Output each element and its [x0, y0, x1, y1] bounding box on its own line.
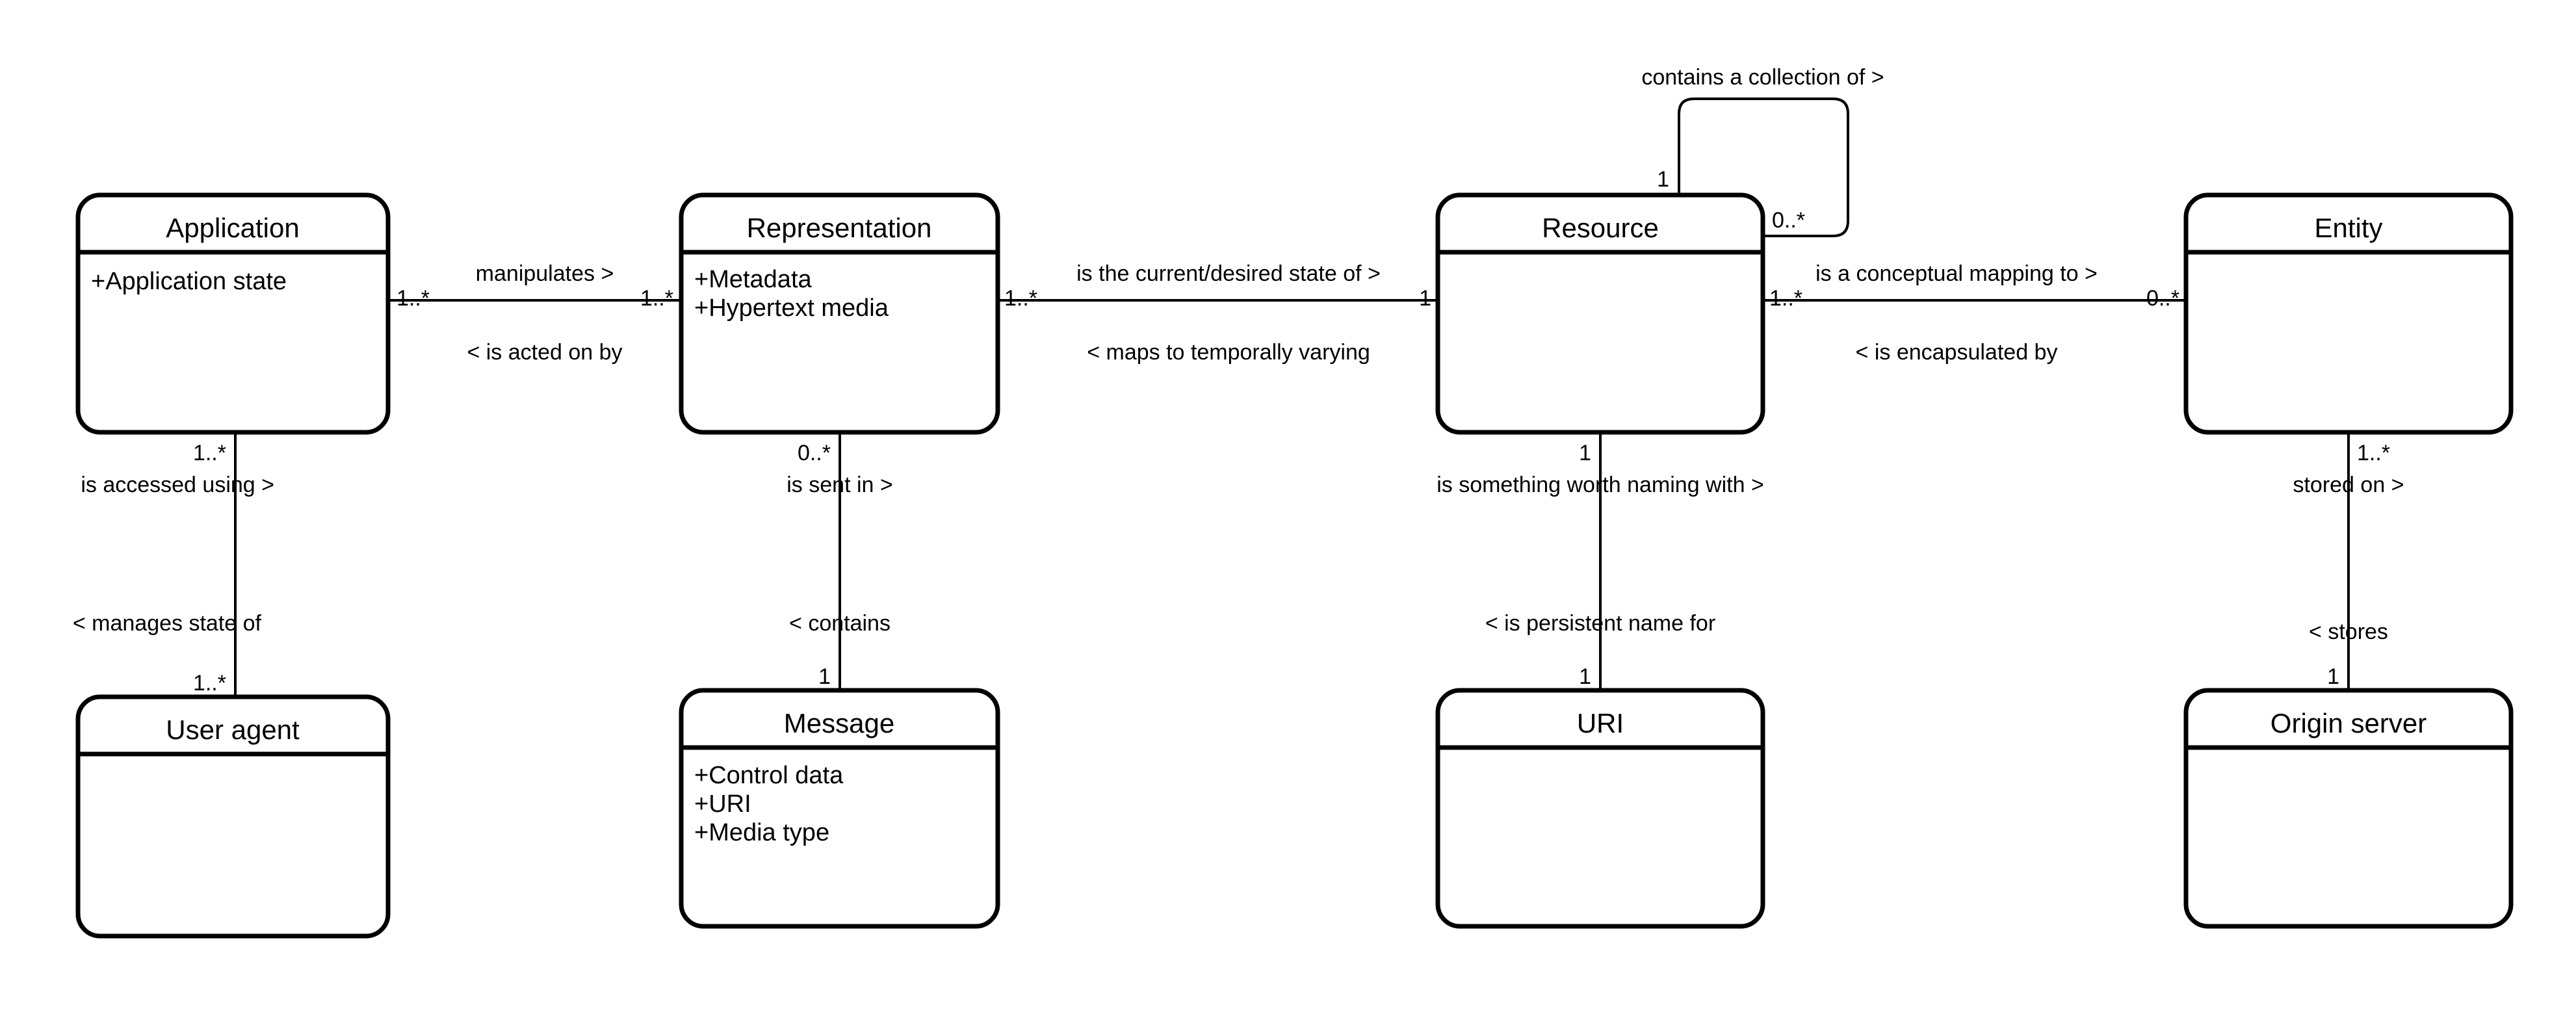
class-box-application[interactable]: Application +Application state: [75, 192, 391, 435]
assoc-from-multiplicity-resource-uri: 1: [1579, 441, 1591, 465]
assoc-reverse-label-resource-entity: < is encapsulated by: [1856, 340, 2058, 365]
assoc-to-multiplicity-representation-message: 1: [818, 664, 831, 689]
class-title-uri: URI: [1577, 708, 1624, 738]
class-box-resource[interactable]: Resource: [1435, 192, 1765, 435]
assoc-from-multiplicity-resource-entity: 1..*: [1769, 286, 1802, 311]
assoc-forward-label-entity-originserver: stored on >: [2293, 473, 2404, 497]
assoc-reverse-label-representation-resource: < maps to temporally varying: [1087, 340, 1370, 365]
class-box-representation[interactable]: Representation +Metadata +Hypertext medi…: [679, 192, 1000, 435]
assoc-forward-label-resource-self: contains a collection of >: [1641, 65, 1884, 90]
class-title-representation: Representation: [747, 213, 932, 243]
class-title-useragent: User agent: [166, 714, 300, 745]
assoc-to-multiplicity-resource-self: 0..*: [1772, 208, 1805, 233]
class-box-message[interactable]: Message +Control data +URI +Media type: [679, 688, 1000, 929]
assoc-reverse-label-entity-originserver: < stores: [2309, 619, 2388, 644]
assoc-reverse-label-resource-uri: < is persistent name for: [1485, 611, 1715, 636]
assoc-from-multiplicity-app-representation: 1..*: [397, 286, 430, 311]
class-title-message: Message: [784, 708, 894, 738]
assoc-to-multiplicity-resource-entity: 0..*: [2146, 286, 2179, 311]
assoc-forward-label-app-representation: manipulates >: [476, 261, 614, 286]
assoc-to-multiplicity-entity-originserver: 1: [2327, 664, 2339, 689]
assoc-forward-label-resource-entity: is a conceptual mapping to >: [1815, 261, 2098, 286]
assoc-reverse-label-app-useragent: < manages state of: [73, 611, 262, 636]
assoc-from-multiplicity-entity-originserver: 1..*: [2357, 441, 2390, 465]
class-title-resource: Resource: [1542, 213, 1659, 243]
assoc-to-multiplicity-app-representation: 1..*: [640, 286, 673, 311]
uml-class-diagram: Application +Application state Represent…: [0, 0, 2576, 1016]
class-box-entity[interactable]: Entity: [2183, 192, 2514, 435]
class-attribute-message-0: +Control data: [694, 762, 844, 789]
assoc-from-multiplicity-representation-message: 0..*: [798, 441, 831, 465]
assoc-from-multiplicity-app-useragent: 1..*: [193, 441, 226, 465]
assoc-forward-label-resource-uri: is something worth naming with >: [1437, 473, 1764, 497]
assoc-reverse-label-app-representation: < is acted on by: [467, 340, 622, 365]
class-attribute-message-1: +URI: [694, 790, 751, 818]
assoc-from-multiplicity-resource-self: 1: [1657, 167, 1669, 192]
assoc-forward-label-app-useragent: is accessed using >: [81, 473, 274, 497]
class-title-application: Application: [166, 213, 299, 243]
class-box-useragent[interactable]: User agent: [75, 694, 391, 939]
assoc-to-multiplicity-representation-resource: 1: [1419, 286, 1431, 311]
assoc-forward-label-representation-message: is sent in >: [787, 473, 892, 497]
class-box-originserver[interactable]: Origin server: [2183, 688, 2514, 929]
class-attribute-message-2: +Media type: [694, 819, 829, 846]
class-title-originserver: Origin server: [2270, 708, 2426, 738]
class-attribute-representation-0: +Metadata: [694, 266, 812, 293]
class-title-entity: Entity: [2314, 213, 2382, 243]
assoc-from-multiplicity-representation-resource: 1..*: [1004, 286, 1037, 311]
class-attribute-application-0: +Application state: [91, 268, 287, 295]
assoc-to-multiplicity-resource-uri: 1: [1579, 664, 1591, 689]
assoc-to-multiplicity-app-useragent: 1..*: [193, 671, 226, 696]
assoc-forward-label-representation-resource: is the current/desired state of >: [1076, 261, 1381, 286]
class-attribute-representation-1: +Hypertext media: [694, 294, 889, 322]
assoc-reverse-label-representation-message: < contains: [789, 611, 891, 636]
diagram-canvas: Application +Application state Represent…: [73, 65, 2514, 939]
class-box-uri[interactable]: URI: [1435, 688, 1765, 929]
